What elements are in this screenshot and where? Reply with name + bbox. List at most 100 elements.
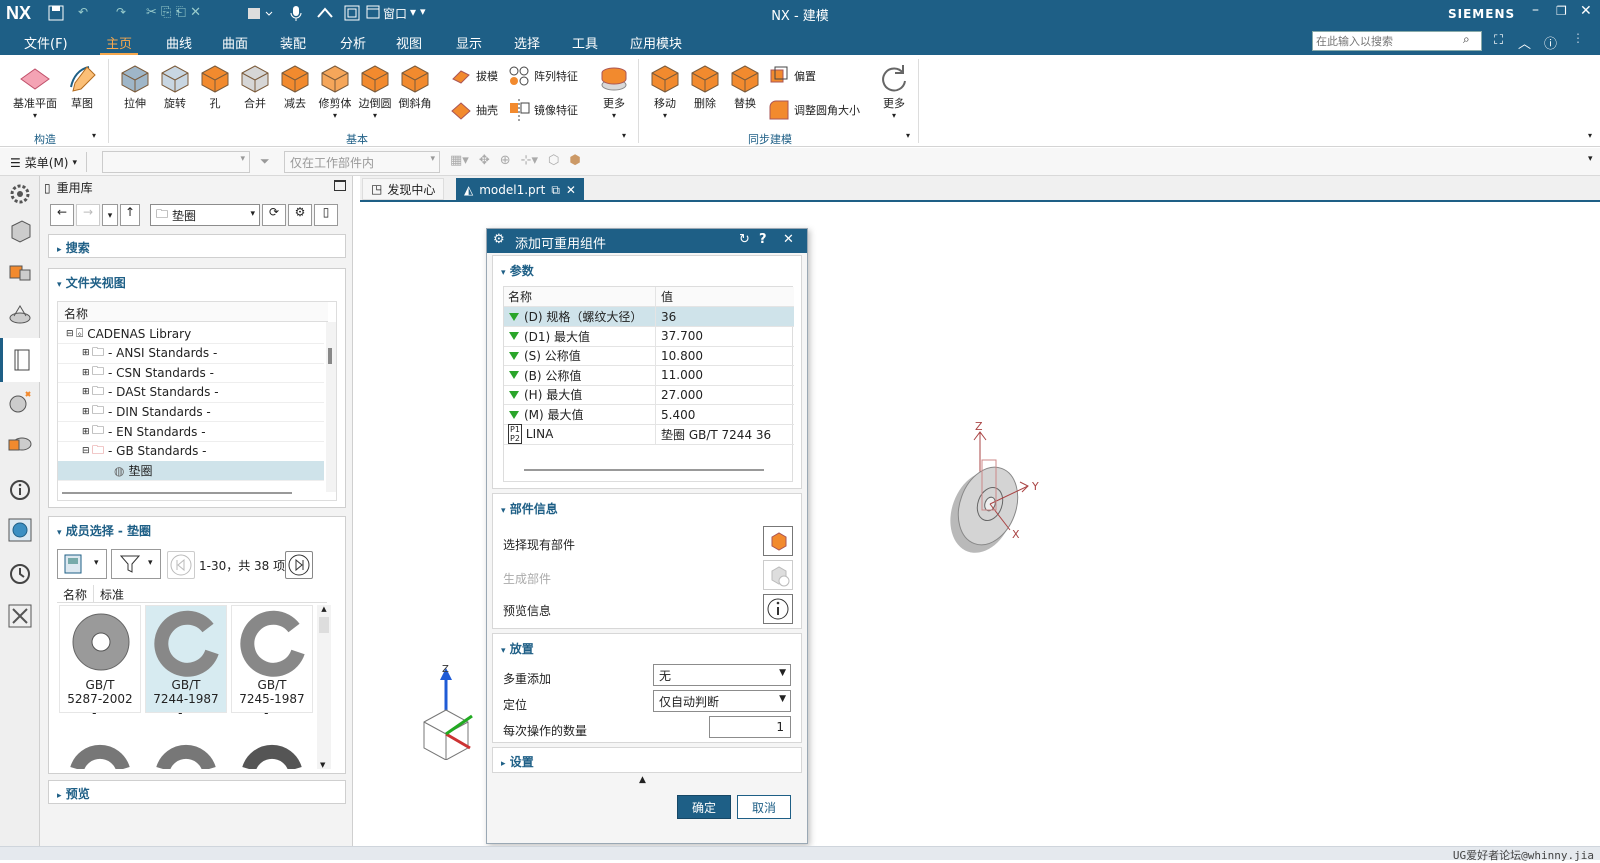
sync-more-button[interactable]: 更多 ▾: [876, 61, 912, 120]
menu-8[interactable]: 选择: [508, 32, 546, 53]
expand-toggle[interactable]: ⊞: [82, 407, 92, 417]
menu-0[interactable]: 文件(F): [18, 32, 74, 53]
prev-page-button[interactable]: [167, 551, 195, 579]
expand-toggle[interactable]: ⊞: [82, 348, 92, 358]
ok-button[interactable]: 确定: [677, 795, 731, 819]
filter-icon[interactable]: ⏷: [260, 154, 270, 169]
select-existing-part-button[interactable]: [763, 526, 793, 556]
snap-curve-icon[interactable]: ⊕: [500, 153, 511, 168]
more-icon[interactable]: ⋮: [1572, 31, 1584, 45]
extrude-button[interactable]: 拉伸: [116, 61, 154, 111]
window-menu[interactable]: 窗口 ▾: [366, 5, 416, 22]
fullscreen-icon[interactable]: ⛶: [1494, 33, 1503, 48]
positioning-dropdown[interactable]: 仅自动判断 ▼: [653, 690, 791, 712]
revolve-button[interactable]: 旋转: [156, 61, 194, 111]
hd3d-tools-icon[interactable]: [6, 388, 34, 416]
close-dialog-icon[interactable]: ✕: [783, 232, 794, 247]
history-dropdown[interactable]: ▾: [102, 204, 118, 226]
delete-face-button[interactable]: 删除: [686, 61, 724, 111]
tree-item[interactable]: ⊟ 🗀 - GB Standards -: [58, 442, 324, 462]
tree-hscrollbar[interactable]: [62, 492, 292, 494]
pattern-feature-button[interactable]: 阵列特征: [508, 65, 578, 87]
back-button[interactable]: ←: [50, 204, 74, 226]
offset-button[interactable]: 偏置: [768, 65, 816, 87]
up-button[interactable]: ↑: [120, 204, 140, 226]
sketch-button[interactable]: 草图: [62, 61, 102, 111]
constraint-navigator-icon[interactable]: [6, 300, 34, 328]
view-mode-button[interactable]: ▾: [57, 549, 107, 579]
hole-button[interactable]: 孔: [196, 61, 234, 111]
snap-body-icon[interactable]: ⬢: [569, 153, 580, 168]
close-button[interactable]: ✕: [1580, 3, 1592, 19]
collapse-dialog-icon[interactable]: ▲: [639, 775, 646, 785]
chamfer-button[interactable]: 倒斜角: [396, 61, 434, 111]
collapse-ribbon-icon[interactable]: ︿: [1518, 33, 1531, 52]
library-settings-button[interactable]: ⚙: [288, 204, 312, 226]
param-row[interactable]: (D1) 最大值 37.700: [504, 326, 794, 347]
collapse-icon[interactable]: ▾: [57, 528, 62, 538]
assembly-navigator-icon[interactable]: [6, 258, 34, 286]
tree-item[interactable]: ◍ 垫圈: [58, 461, 324, 482]
minimize-button[interactable]: –: [1532, 2, 1539, 18]
tree-item[interactable]: ⊞ 🗀 - ANSI Standards -: [58, 344, 324, 364]
menu-5[interactable]: 分析: [334, 32, 372, 53]
preview-info-button[interactable]: [763, 594, 793, 624]
param-row[interactable]: P1 P2 LINA 垫圈 GB/T 7244 36: [504, 424, 794, 445]
tab-discovery-center[interactable]: ◳ 发现中心: [362, 178, 445, 200]
member-thumbnail[interactable]: GB/T 7245-1987 -...: [231, 605, 313, 720]
params-hscrollbar[interactable]: [524, 469, 764, 471]
member-thumbnail[interactable]: GB/T 7244-1987 -...: [145, 605, 227, 720]
history-icon[interactable]: [6, 560, 34, 588]
tab-model1[interactable]: ◭ model1.prt ⧉ ✕: [456, 178, 584, 202]
part-navigator-icon[interactable]: [6, 216, 34, 244]
move-face-button[interactable]: 移动 ▾: [646, 61, 684, 120]
param-value[interactable]: 37.700: [656, 329, 703, 343]
snap-end-icon[interactable]: ⊹▾: [521, 153, 538, 168]
col-standard[interactable]: 标准: [94, 585, 130, 602]
menu-7[interactable]: 显示: [450, 32, 488, 53]
expand-toggle[interactable]: ⊟: [66, 329, 76, 339]
param-value[interactable]: 11.000: [656, 368, 703, 382]
customize-toolbar-icon[interactable]: ▾: [420, 5, 426, 18]
refresh-button[interactable]: ⟳: [262, 204, 286, 226]
snap-face-icon[interactable]: ⬡: [548, 153, 559, 168]
basic-more-button[interactable]: 更多 ▾: [596, 61, 632, 120]
settings-icon[interactable]: [6, 180, 34, 208]
tree-item[interactable]: ⊟ ⌺ CADENAS Library: [58, 324, 324, 344]
param-row[interactable]: (D) 规格（螺纹大径） 36: [504, 307, 794, 327]
library-book-button[interactable]: ▯: [314, 204, 338, 226]
tree-scrollbar[interactable]: [326, 322, 336, 492]
expand-toggle[interactable]: ⊞: [82, 368, 92, 378]
windows-icon[interactable]: [344, 5, 360, 21]
param-row[interactable]: (H) 最大值 27.000: [504, 385, 794, 406]
quantity-input[interactable]: 1: [709, 716, 791, 738]
redo-icon[interactable]: ↷: [116, 5, 126, 19]
tree-item[interactable]: ⊞ 🗀 - DASt Standards -: [58, 383, 324, 403]
cancel-button[interactable]: 取消: [737, 795, 791, 819]
trim-body-button[interactable]: 修剪体 ▾: [316, 61, 354, 120]
ribbon-options[interactable]: ▾: [1588, 131, 1592, 140]
main-menu-button[interactable]: ☰ 菜单(M) ▾: [10, 154, 77, 171]
restore-button[interactable]: ❐: [1556, 4, 1567, 18]
collapse-icon[interactable]: ▾: [57, 280, 62, 290]
search-section[interactable]: ▸ 搜索: [48, 234, 346, 258]
unite-button[interactable]: 合并: [236, 61, 274, 111]
thumbnail-partial[interactable]: [59, 715, 141, 769]
param-row[interactable]: (B) 公称值 11.000: [504, 365, 794, 386]
menu-10[interactable]: 应用模块: [624, 32, 688, 53]
globe-icon[interactable]: [6, 516, 34, 544]
tree-item[interactable]: ⊞ 🗀 - CSN Standards -: [58, 363, 324, 384]
subtract-button[interactable]: 减去: [276, 61, 314, 111]
param-value[interactable]: 36: [656, 310, 676, 324]
menu-9[interactable]: 工具: [566, 32, 604, 53]
path-dropdown[interactable]: 🗀 垫圈 ▾: [150, 204, 260, 226]
snap-point-icon[interactable]: ✥: [479, 153, 490, 168]
col-name[interactable]: 名称: [57, 585, 95, 602]
thumbnail-partial[interactable]: [145, 715, 227, 769]
expand-toggle[interactable]: ⊞: [82, 427, 92, 437]
expand-toggle[interactable]: ⊞: [82, 387, 92, 397]
menu-2[interactable]: 曲线: [160, 32, 198, 53]
maximize-panel-button[interactable]: [334, 180, 346, 191]
param-value[interactable]: 10.800: [656, 349, 703, 363]
scope-dropdown[interactable]: 仅在工作部件内 ▾: [284, 151, 440, 173]
